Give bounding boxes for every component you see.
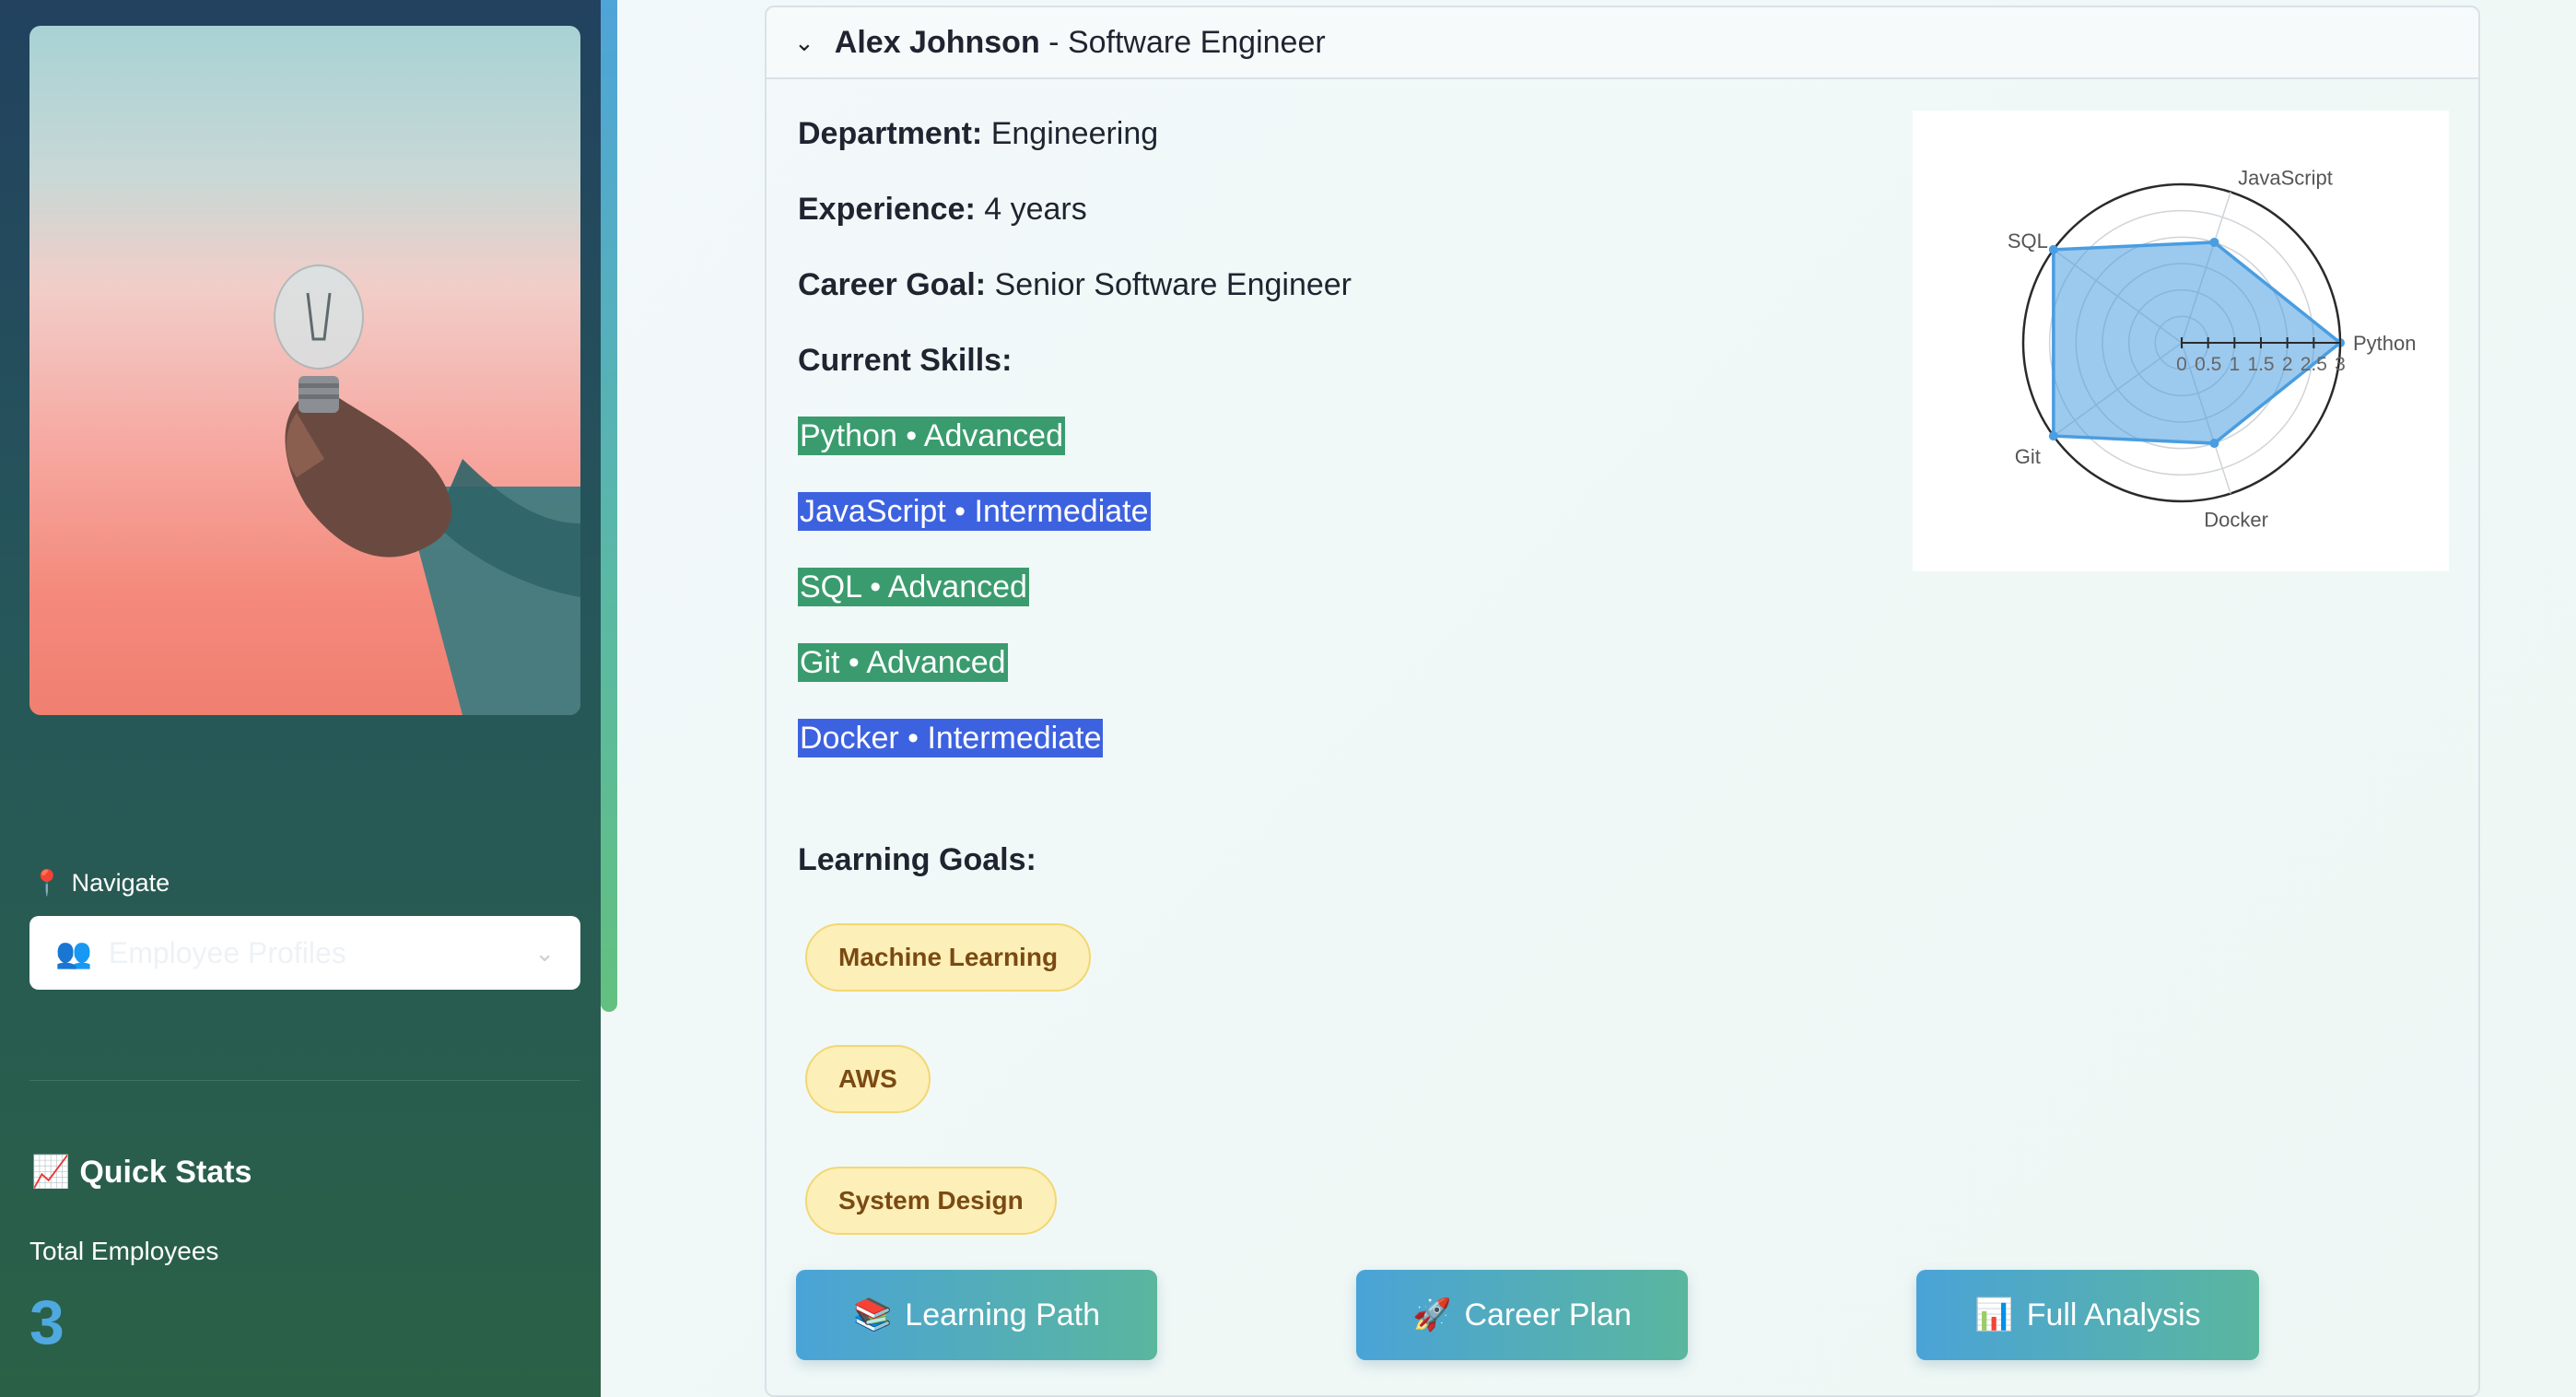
chart-up-icon: 📈 [31,1155,71,1190]
radar-category-label: JavaScript [2238,166,2333,189]
full-analysis-button[interactable]: 📊 Full Analysis [1916,1270,2259,1360]
learning-path-label: Learning Path [905,1297,1101,1332]
learning-goal-pill: System Design [805,1167,1057,1235]
radar-category-label: Python [2353,332,2417,355]
radar-point-docker [2209,439,2219,449]
bar-chart-icon: 📊 [1974,1297,2014,1332]
quick-stats-text: Quick Stats [79,1154,252,1190]
skills-heading: Current Skills: [798,343,1012,379]
skill-tag-javascript: JavaScript • Intermediate [798,492,1151,531]
employee-card: ⌄ Alex Johnson - Software Engineer Depar… [765,6,2480,1397]
page-select-value: Employee Profiles [108,935,346,969]
hero-image [29,26,580,715]
radar-tick-label: 2 [2282,354,2293,375]
skills-radar-chart: 0 0.5 1 1.5 2 2.5 3 Python JavaScript SQL Git Docke… [1913,111,2449,571]
learning-goal-pill: Machine Learning [805,923,1092,992]
radar-tick-label: 3 [2335,354,2346,375]
skills-label: Current Skills: [798,343,1013,378]
radar-category-label: SQL [2008,229,2048,252]
chevron-down-icon: ⌄ [534,938,555,967]
career-plan-label: Career Plan [1464,1297,1632,1332]
lightbulb-hand-illustration [274,264,580,715]
learning-goal-pill: AWS [805,1045,931,1113]
radar-point-javascript [2209,237,2219,247]
experience-label: Experience: [798,192,976,227]
people-icon: 👥 [55,936,92,969]
employee-expander-header[interactable]: ⌄ Alex Johnson - Software Engineer [767,7,2478,79]
radar-tick-label: 0.5 [2195,354,2221,375]
pin-icon: 📍 [31,869,63,897]
career-goal-label: Career Goal: [798,267,987,302]
chevron-down-icon[interactable]: ⌄ [794,29,814,57]
learning-goals-label: Learning Goals: [798,842,1036,877]
page-select[interactable]: 👥 Employee Profiles ⌄ [29,916,580,990]
radar-point-sql [2048,244,2058,254]
skill-tag-docker: Docker • Intermediate [798,719,1104,757]
sidebar-divider [29,1080,580,1081]
experience-row: Experience: 4 years [798,192,1087,228]
navigate-text: Navigate [71,868,170,897]
skill-tag-python: Python • Advanced [798,417,1065,455]
employee-role: - Software Engineer [1039,24,1326,60]
career-goal-value: Senior Software Engineer [994,267,1352,302]
sidebar-scrollbar[interactable] [601,0,617,1012]
learning-path-button[interactable]: 📚 Learning Path [796,1270,1157,1360]
employee-name: Alex Johnson [834,24,1040,60]
books-icon: 📚 [852,1297,893,1332]
department-value: Engineering [990,116,1159,151]
radar-tick-label: 1.5 [2247,354,2274,375]
quick-stats-title: 📈 Quick Stats [31,1154,252,1191]
career-goal-row: Career Goal: Senior Software Engineer [798,267,1352,303]
radar-chart-svg: 0 0.5 1 1.5 2 2.5 3 Python JavaScript SQL Git Docke… [2008,166,2417,532]
navigate-label: 📍 Navigate [31,868,170,898]
skill-tag-sql: SQL • Advanced [798,568,1029,606]
radar-tick-label: 1 [2229,354,2240,375]
skill-tag-git: Git • Advanced [798,643,1008,682]
sidebar: 📍 Navigate 👥 Employee Profiles ⌄ 📈 Quick… [0,0,601,1397]
total-employees-value: 3 [29,1287,64,1357]
radar-category-label: Docker [2204,509,2268,532]
career-plan-button[interactable]: 🚀 Career Plan [1356,1270,1688,1360]
department-row: Department: Engineering [798,116,1158,152]
experience-value: 4 years [984,192,1087,227]
rocket-icon: 🚀 [1412,1297,1452,1332]
radar-tick-label: 0 [2176,354,2187,375]
department-label: Department: [798,116,983,151]
learning-goals-heading: Learning Goals: [798,842,1036,878]
total-employees-label: Total Employees [29,1237,219,1265]
radar-point-git [2048,431,2058,441]
radar-tick-label: 2.5 [2301,354,2327,375]
radar-category-label: Git [2015,445,2041,468]
full-analysis-label: Full Analysis [2026,1297,2201,1332]
